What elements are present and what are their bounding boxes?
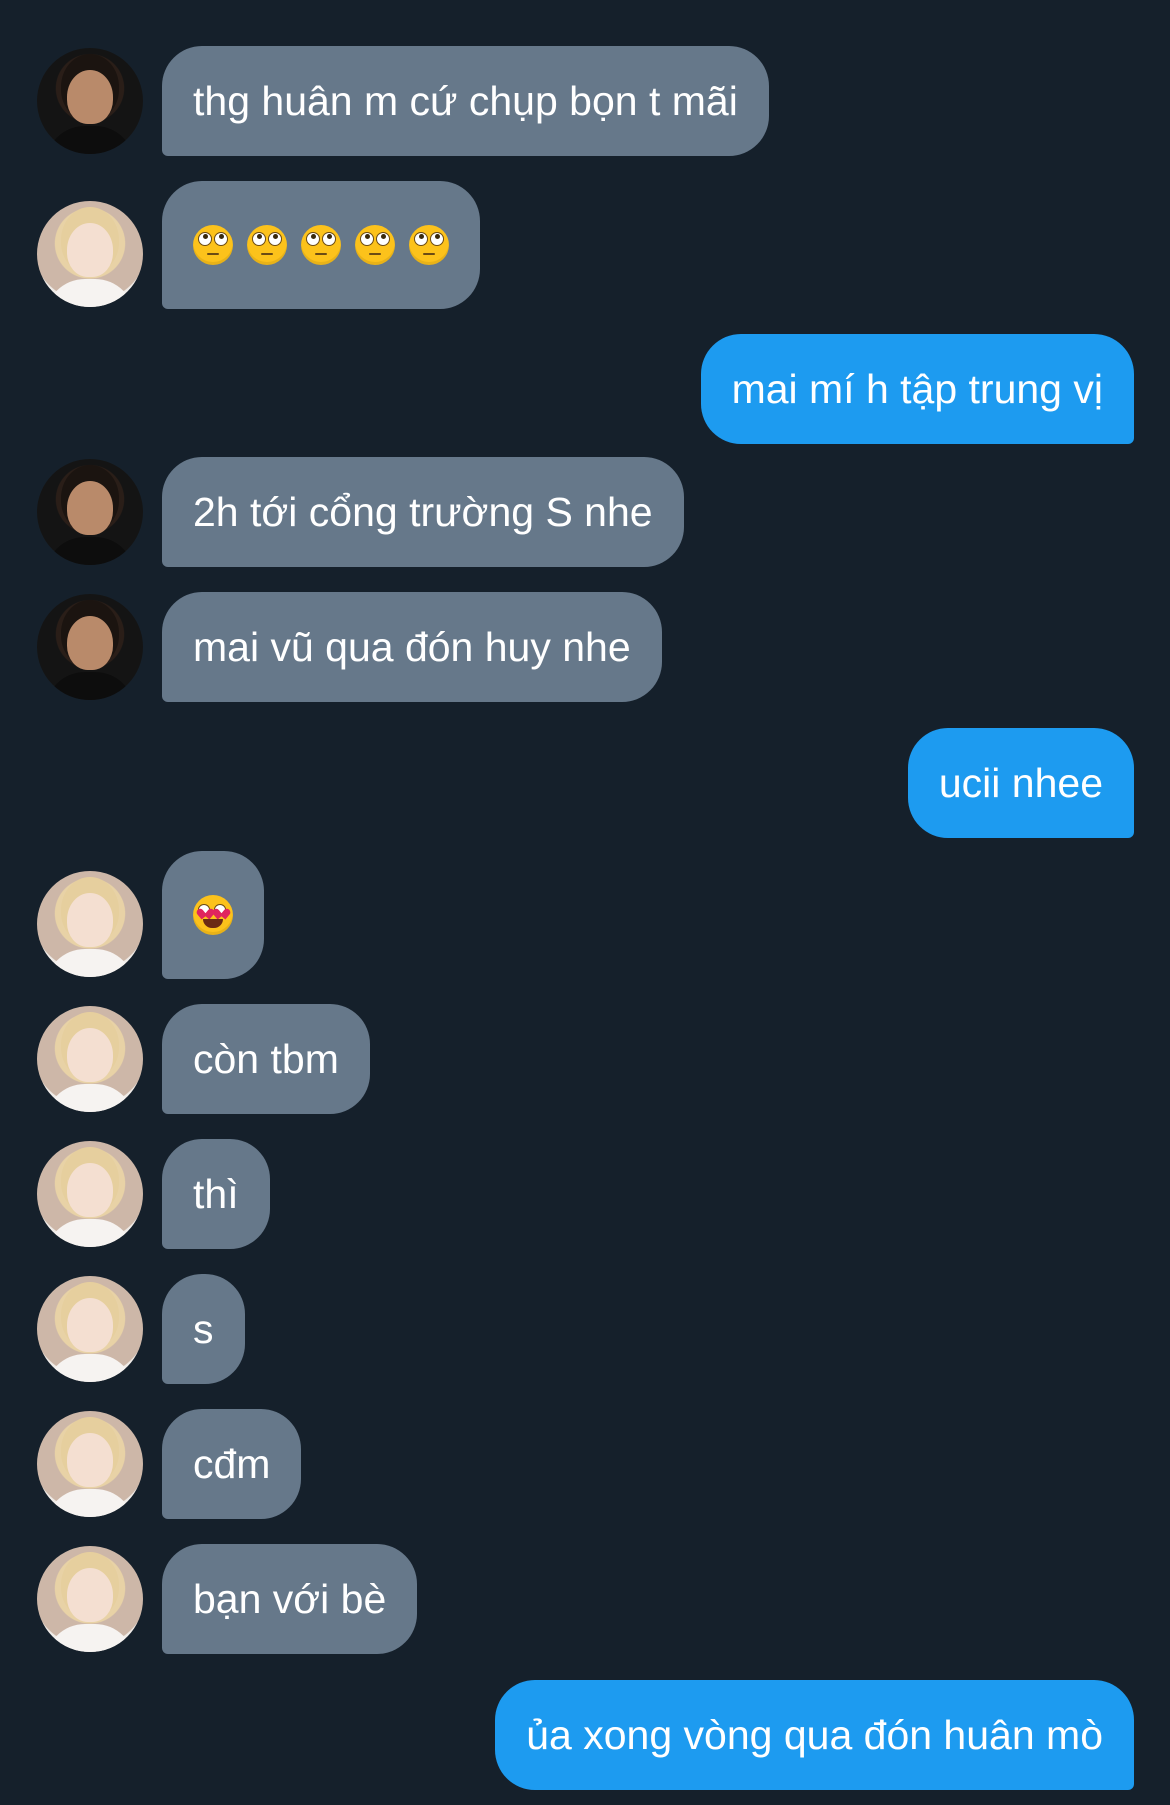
dark-hair-avatar[interactable] — [37, 48, 143, 154]
blond-hair-avatar[interactable] — [37, 1006, 143, 1112]
message-text: cđm — [193, 1440, 271, 1487]
heart-eyes-emoji-icon — [193, 895, 233, 935]
blond-hair-avatar[interactable] — [37, 871, 143, 977]
dark-hair-avatar[interactable] — [37, 459, 143, 565]
blond-hair-avatar[interactable] — [37, 1411, 143, 1517]
rolling-eyes-emoji-icon — [193, 225, 233, 265]
message-text: mai vũ qua đón huy nhe — [193, 623, 631, 670]
outgoing-message-bubble[interactable]: ucii nhee — [907, 728, 1134, 838]
message-text: thì — [193, 1170, 239, 1217]
dark-hair-avatar[interactable] — [37, 594, 143, 700]
incoming-message-bubble[interactable]: s — [162, 1274, 245, 1384]
incoming-message-bubble[interactable]: thg huân m cứ chụp bọn t mãi — [162, 46, 769, 156]
incoming-message-bubble[interactable]: còn tbm — [162, 1004, 370, 1114]
blond-hair-avatar[interactable] — [37, 1141, 143, 1247]
blond-hair-avatar[interactable] — [37, 1546, 143, 1652]
message-text: bạn với bè — [193, 1575, 387, 1622]
incoming-message-bubble[interactable]: cđm — [162, 1409, 302, 1519]
blond-hair-avatar[interactable] — [37, 201, 143, 307]
message-text: ủa xong vòng qua đón huân mò — [526, 1711, 1103, 1758]
outgoing-message-bubble[interactable]: mai mí h tập trung vị — [700, 334, 1134, 444]
rolling-eyes-emoji-icon — [247, 225, 287, 265]
incoming-message-bubble[interactable]: thì — [162, 1139, 270, 1249]
incoming-message-bubble[interactable] — [162, 181, 480, 309]
message-text: ucii nhee — [938, 759, 1103, 806]
chat-screen: { "messages": [ {"sender": "other", "ava… — [0, 0, 1170, 1805]
outgoing-message-bubble[interactable]: ủa xong vòng qua đón huân mò — [495, 1680, 1134, 1790]
message-text: 2h tới cổng trường S nhe — [193, 488, 653, 535]
message-text: s — [193, 1305, 214, 1352]
blond-hair-avatar[interactable] — [37, 1276, 143, 1382]
incoming-message-bubble[interactable] — [162, 851, 264, 979]
rolling-eyes-emoji-icon — [409, 225, 449, 265]
incoming-message-bubble[interactable]: 2h tới cổng trường S nhe — [162, 457, 684, 567]
incoming-message-bubble[interactable]: bạn với bè — [162, 1544, 418, 1654]
message-text: thg huân m cứ chụp bọn t mãi — [193, 77, 738, 124]
message-text: mai mí h tập trung vị — [731, 365, 1103, 412]
message-text: còn tbm — [193, 1035, 339, 1082]
rolling-eyes-emoji-icon — [355, 225, 395, 265]
rolling-eyes-emoji-icon — [301, 225, 341, 265]
incoming-message-bubble[interactable]: mai vũ qua đón huy nhe — [162, 592, 662, 702]
